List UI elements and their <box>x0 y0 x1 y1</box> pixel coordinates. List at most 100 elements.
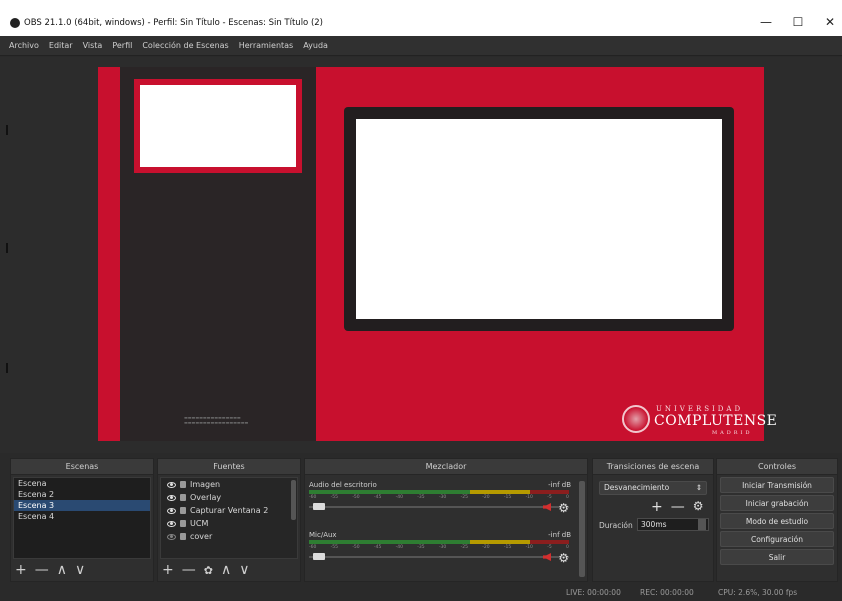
tick-label: -15 <box>503 545 512 550</box>
tick-label: -30 <box>438 495 447 500</box>
minimize-button[interactable]: — <box>756 14 776 30</box>
eye-icon[interactable] <box>167 481 176 488</box>
lock-icon[interactable] <box>180 507 186 514</box>
duration-value: 300ms <box>641 520 667 529</box>
remove-transition-button[interactable]: — <box>671 499 685 515</box>
menu-editar[interactable]: Editar <box>48 41 74 50</box>
mixer-channel-mic: Mic/Aux -inf dB -60 -55 -50 -45 -40 -35 -30 -25… <box>309 531 575 581</box>
ucm-logo: UNIVERSIDAD COMPLUTENSE MADRID <box>618 405 777 439</box>
eye-icon[interactable] <box>167 494 176 501</box>
maximize-button[interactable]: ☐ <box>788 14 808 30</box>
controls-dock: Controles Iniciar Transmisión Iniciar gr… <box>716 458 838 582</box>
settings-button[interactable]: Configuración <box>720 531 834 547</box>
lock-icon[interactable] <box>180 481 186 488</box>
sources-title: Fuentes <box>158 459 300 475</box>
source-label: Imagen <box>190 480 221 489</box>
mixer-scrollbar[interactable] <box>579 481 585 577</box>
transition-toolbar: + — ⚙ <box>651 499 704 515</box>
remove-scene-button[interactable]: — <box>35 562 49 578</box>
spinbox-arrows-icon[interactable] <box>698 519 706 530</box>
eye-hidden-icon[interactable] <box>167 533 176 540</box>
transition-gear-icon[interactable]: ⚙ <box>693 499 704 515</box>
eye-icon[interactable] <box>167 507 176 514</box>
lock-icon[interactable] <box>180 533 186 540</box>
transitions-dock: Transiciones de escena Desvanecimiento ⇕… <box>592 458 714 582</box>
tick-label: -10 <box>525 495 533 500</box>
scenes-list[interactable]: Escena Escena 2 Escena 3 Escena 4 <box>13 477 151 559</box>
move-scene-down-button[interactable]: ∨ <box>75 562 85 578</box>
source-item[interactable]: Imagen <box>161 478 297 491</box>
gear-icon[interactable]: ⚙ <box>558 501 569 515</box>
tick-label: -60 <box>309 495 317 500</box>
source-item[interactable]: cover <box>161 530 297 543</box>
source-item[interactable]: Overlay <box>161 491 297 504</box>
tick-label: -55 <box>330 495 339 500</box>
muted-speaker-icon[interactable] <box>543 503 551 511</box>
volume-slider-track[interactable] <box>309 556 569 558</box>
source-item[interactable]: Capturar Ventana 2 <box>161 504 297 517</box>
source-item[interactable]: UCM <box>161 517 297 530</box>
window-title: OBS 21.1.0 (64bit, windows) - Perfil: Si… <box>24 18 323 28</box>
close-button[interactable]: ✕ <box>820 14 840 30</box>
eye-icon[interactable] <box>167 520 176 527</box>
remove-source-button[interactable]: — <box>182 562 196 578</box>
menu-vista[interactable]: Vista <box>82 41 104 50</box>
ucm-logo-top: UNIVERSIDAD <box>656 405 744 413</box>
tick-label: -15 <box>503 495 512 500</box>
add-source-button[interactable]: + <box>162 562 174 578</box>
obs-window: OBS 21.1.0 (64bit, windows) - Perfil: Si… <box>0 0 842 601</box>
start-recording-button[interactable]: Iniciar grabación <box>720 495 834 511</box>
tick-label: -60 <box>309 545 317 550</box>
volume-slider-track[interactable] <box>309 506 569 508</box>
edge-handle <box>6 363 8 373</box>
volume-slider-handle[interactable] <box>313 503 325 510</box>
menu-perfil[interactable]: Perfil <box>111 41 133 50</box>
tick-label: -30 <box>438 545 447 550</box>
sources-dock: Fuentes Imagen Overlay Capturar Ventana … <box>157 458 301 582</box>
volume-slider-handle[interactable] <box>313 553 325 560</box>
tick-label: -5 <box>547 545 552 550</box>
transition-select[interactable]: Desvanecimiento ⇕ <box>599 481 707 495</box>
cpu-fps: CPU: 2.6%, 30.00 fps <box>718 588 798 597</box>
add-scene-button[interactable]: + <box>15 562 27 578</box>
obs-logo-icon <box>10 18 20 28</box>
tick-label: -5 <box>547 495 552 500</box>
add-transition-button[interactable]: + <box>651 499 663 515</box>
lock-icon[interactable] <box>180 494 186 501</box>
sources-list[interactable]: Imagen Overlay Capturar Ventana 2 UCM co… <box>160 477 298 559</box>
preview-area[interactable]: ▬▬▬▬▬▬▬▬▬▬▬▬▬▬▬ ▬▬▬▬▬▬▬▬▬▬▬▬▬▬▬▬▬ UNIVERS… <box>0 57 842 453</box>
duration-spinbox[interactable]: 300ms <box>637 518 709 531</box>
tick-label: -35 <box>417 545 425 550</box>
tick-label: -50 <box>352 495 360 500</box>
controls-title: Controles <box>717 459 837 475</box>
preview-canvas[interactable]: ▬▬▬▬▬▬▬▬▬▬▬▬▬▬▬ ▬▬▬▬▬▬▬▬▬▬▬▬▬▬▬▬▬ UNIVERS… <box>98 67 777 441</box>
start-streaming-button[interactable]: Iniciar Transmisión <box>720 477 834 493</box>
sources-scrollbar[interactable] <box>291 480 296 520</box>
source-label: cover <box>190 532 213 541</box>
move-source-down-button[interactable]: ∨ <box>239 562 249 578</box>
gear-icon[interactable]: ⚙ <box>558 551 569 565</box>
exit-button[interactable]: Salir <box>720 549 834 565</box>
move-source-up-button[interactable]: ∧ <box>221 562 231 578</box>
source-properties-gear-icon[interactable]: ✿ <box>204 564 213 577</box>
cover-caption-art: ▬▬▬▬▬▬▬▬▬▬▬▬▬▬▬ ▬▬▬▬▬▬▬▬▬▬▬▬▬▬▬▬▬ <box>184 415 249 425</box>
scene-item[interactable]: Escena <box>14 478 150 489</box>
scene-item[interactable]: Escena 2 <box>14 489 150 500</box>
mixer-dock: Mezclador Audio del escritorio -inf dB -… <box>304 458 588 582</box>
studio-mode-button[interactable]: Modo de estudio <box>720 513 834 529</box>
menu-ayuda[interactable]: Ayuda <box>302 41 329 50</box>
muted-speaker-icon[interactable] <box>543 553 551 561</box>
menu-archivo[interactable]: Archivo <box>8 41 40 50</box>
scene-item[interactable]: Escena 4 <box>14 511 150 522</box>
window-capture-frame <box>344 107 734 331</box>
menu-coleccion-escenas[interactable]: Colección de Escenas <box>141 41 229 50</box>
edge-handle <box>6 243 8 253</box>
move-scene-up-button[interactable]: ∧ <box>57 562 67 578</box>
lock-icon[interactable] <box>180 520 186 527</box>
tick-label: -45 <box>373 545 382 550</box>
source-label: Overlay <box>190 493 222 502</box>
live-timer: LIVE: 00:00:00 <box>566 588 621 597</box>
channel-name: Mic/Aux <box>309 531 337 539</box>
menu-herramientas[interactable]: Herramientas <box>238 41 295 50</box>
scene-item-selected[interactable]: Escena 3 <box>14 500 150 511</box>
